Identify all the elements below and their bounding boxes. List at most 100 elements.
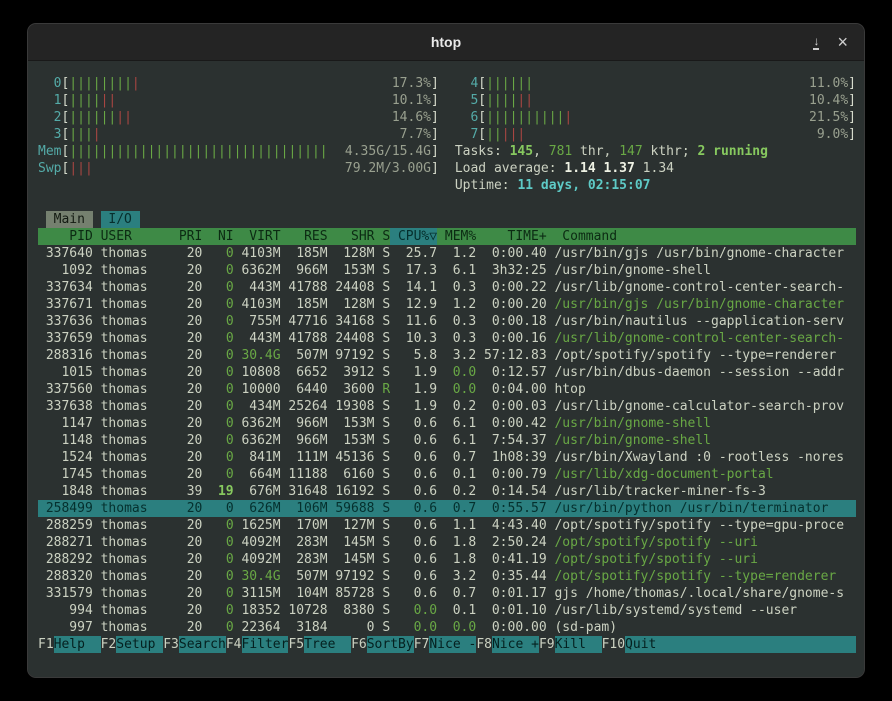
cell-virt: 434M: [234, 398, 281, 415]
process-row[interactable]: 288259thomas2001625M170M127MS0.61.14:43.…: [38, 517, 856, 534]
column-header-user[interactable]: USER: [93, 228, 171, 245]
column-header-virt[interactable]: VIRT: [234, 228, 281, 245]
process-row[interactable]: 1148thomas2006362M966M153MS0.66.17:54.37…: [38, 432, 856, 449]
cell-shr: 145M: [328, 551, 375, 568]
download-icon[interactable]: ↓: [813, 35, 819, 50]
fkey-action-label: Setup: [116, 636, 163, 653]
meter-bars: ||||||: [486, 92, 809, 109]
cell-time: 0:35.44: [476, 568, 546, 585]
process-row[interactable]: 337671thomas2004103M185M128MS12.91.20:00…: [38, 296, 856, 313]
process-row[interactable]: 288316thomas20030.4G507M97192S5.83.257:1…: [38, 347, 856, 364]
process-row[interactable]: 288320thomas20030.4G507M97192S0.63.20:35…: [38, 568, 856, 585]
meter-label: 5: [455, 92, 478, 109]
cell-cmd: /usr/lib/tracker-miner-fs-3: [547, 483, 856, 500]
tab-main[interactable]: Main: [46, 211, 93, 228]
fkey-f1[interactable]: F1Help: [38, 636, 101, 653]
cell-cmd: /usr/lib/systemd/systemd --user: [547, 602, 856, 619]
cell-time: 0:00.20: [476, 296, 546, 313]
cpu1-meter: 1[||||||10.1%]: [38, 92, 439, 109]
column-header-cpu[interactable]: CPU%▽: [390, 228, 437, 245]
fkey-label: F3: [163, 636, 179, 653]
column-header-shr[interactable]: SHR: [328, 228, 375, 245]
cell-virt: 30.4G: [234, 347, 281, 364]
process-row[interactable]: 337638thomas200434M2526419308S1.90.20:00…: [38, 398, 856, 415]
cell-s: S: [375, 432, 391, 449]
process-row[interactable]: 1524thomas200841M111M45136S0.60.71h08:39…: [38, 449, 856, 466]
column-header-pri[interactable]: PRI: [171, 228, 202, 245]
process-row[interactable]: 1015thomas2001080866523912S1.90.00:12.57…: [38, 364, 856, 381]
cell-res: 185M: [281, 245, 328, 262]
cell-time: 7:54.37: [476, 432, 546, 449]
meter-value: 11.0%: [809, 75, 848, 92]
cell-cpu: 10.3: [390, 330, 437, 347]
fkey-f10[interactable]: F10Quit: [602, 636, 856, 653]
process-row[interactable]: 337659thomas200443M4178824408S10.30.30:0…: [38, 330, 856, 347]
cell-mem: 1.1: [437, 517, 476, 534]
cell-pri: 20: [171, 398, 202, 415]
process-row[interactable]: 337560thomas2001000064403600R1.90.00:04.…: [38, 381, 856, 398]
cell-pri: 20: [171, 245, 202, 262]
close-icon[interactable]: ×: [837, 33, 848, 51]
process-row[interactable]: 997thomas2002236431840S0.00.00:00.00(sd-…: [38, 619, 856, 636]
cpu0-meter: 0[|||||||||17.3%]: [38, 75, 439, 92]
cell-s: S: [375, 483, 391, 500]
process-row[interactable]: 1092thomas2006362M966M153MS17.36.13h32:2…: [38, 262, 856, 279]
fkey-f2[interactable]: F2Setup: [101, 636, 164, 653]
meter-label: 3: [38, 126, 61, 143]
cell-virt: 4092M: [234, 551, 281, 568]
process-row[interactable]: 337636thomas200755M4771634168S11.60.30:0…: [38, 313, 856, 330]
cell-mem: 0.1: [437, 602, 476, 619]
cell-pri: 20: [171, 432, 202, 449]
load-average-line: Load average: 1.14 1.37 1.34: [455, 160, 856, 177]
process-row[interactable]: 1745thomas200664M111886160S0.60.10:00.79…: [38, 466, 856, 483]
cell-shr: 34168: [328, 313, 375, 330]
cell-mem: 0.2: [437, 398, 476, 415]
fkey-label: F6: [351, 636, 367, 653]
column-header-res[interactable]: RES: [281, 228, 328, 245]
cell-pid: 337671: [38, 296, 93, 313]
cell-time: 0:00.16: [476, 330, 546, 347]
fkey-f7[interactable]: F7Nice -: [414, 636, 477, 653]
column-header-time[interactable]: TIME+: [476, 228, 546, 245]
process-row[interactable]: 337640thomas2004103M185M128MS25.71.20:00…: [38, 245, 856, 262]
process-row[interactable]: 994thomas20018352107288380S0.00.10:01.10…: [38, 602, 856, 619]
cell-ni: 0: [202, 534, 233, 551]
cell-user: thomas: [93, 245, 171, 262]
cell-res: 283M: [281, 551, 328, 568]
column-header-mem[interactable]: MEM%: [437, 228, 476, 245]
swp-meter: Swp[|||79.2M/3.00G]: [38, 160, 439, 177]
cell-virt: 664M: [234, 466, 281, 483]
cell-time: 0:00.00: [476, 619, 546, 636]
column-header-s[interactable]: S: [375, 228, 391, 245]
fkey-f9[interactable]: F9Kill: [539, 636, 602, 653]
cell-pid: 337638: [38, 398, 93, 415]
meter-value: 17.3%: [392, 75, 431, 92]
process-row[interactable]: 1848thomas3919676M3164816192S0.60.20:14.…: [38, 483, 856, 500]
fkey-f5[interactable]: F5Tree: [288, 636, 351, 653]
column-header-cmd[interactable]: Command: [547, 228, 856, 245]
process-row[interactable]: 337634thomas200443M4178824408S14.10.30:0…: [38, 279, 856, 296]
cell-s: S: [375, 500, 391, 517]
process-row[interactable]: 258499thomas200626M106M59688S0.60.70:55.…: [38, 500, 856, 517]
cell-mem: 0.0: [437, 381, 476, 398]
process-row[interactable]: 288271thomas2004092M283M145MS0.61.82:50.…: [38, 534, 856, 551]
cell-ni: 0: [202, 500, 233, 517]
fkey-label: F8: [476, 636, 492, 653]
cell-res: 6652: [281, 364, 328, 381]
cell-pri: 39: [171, 483, 202, 500]
process-row[interactable]: 1147thomas2006362M966M153MS0.66.10:00.42…: [38, 415, 856, 432]
terminal-screen[interactable]: 0[|||||||||17.3%]4[||||||11.0%]1[||||||1…: [28, 61, 864, 677]
tab-i-o[interactable]: I/O: [101, 211, 140, 228]
fkey-f8[interactable]: F8Nice +: [476, 636, 539, 653]
process-row[interactable]: 331579thomas2003115M104M85728S0.60.70:01…: [38, 585, 856, 602]
fkey-f6[interactable]: F6SortBy: [351, 636, 414, 653]
column-header-ni[interactable]: NI: [202, 228, 233, 245]
titlebar[interactable]: htop ↓ ×: [28, 24, 864, 61]
meter-value: 14.6%: [392, 109, 431, 126]
cell-cpu: 0.6: [390, 432, 437, 449]
fkey-f4[interactable]: F4Filter: [226, 636, 289, 653]
meter-label: 0: [38, 75, 61, 92]
process-row[interactable]: 288292thomas2004092M283M145MS0.61.80:41.…: [38, 551, 856, 568]
column-header-pid[interactable]: PID: [38, 228, 93, 245]
fkey-f3[interactable]: F3Search: [163, 636, 226, 653]
